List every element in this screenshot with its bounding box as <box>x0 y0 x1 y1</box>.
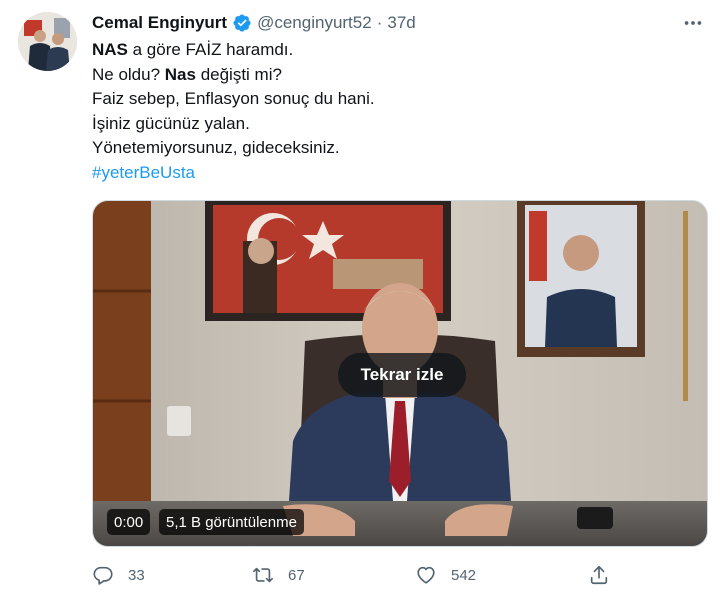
bold-word: Nas <box>164 64 196 84</box>
more-icon[interactable] <box>680 12 706 34</box>
like-icon <box>417 566 435 584</box>
share-button[interactable] <box>588 562 610 588</box>
hashtag-link[interactable]: #yeterBeUsta <box>92 161 692 186</box>
retweet-count: 67 <box>288 566 305 584</box>
tweet-line: Faiz sebep, Enflasyon sonuç du hani. <box>92 89 375 108</box>
line-text: değişti mi? <box>195 64 282 84</box>
share-icon <box>590 565 608 585</box>
video-time: 0:00 <box>107 509 151 535</box>
replay-button[interactable]: Tekrar izle <box>338 353 466 397</box>
reply-count: 33 <box>128 566 145 584</box>
like-button[interactable]: 542 <box>415 562 476 588</box>
author-name[interactable]: Cemal Enginyurt <box>92 13 227 33</box>
verified-badge-icon <box>232 13 252 33</box>
video-views: 5,1 B görüntülenme <box>159 509 304 535</box>
reply-icon <box>93 566 113 585</box>
tweet-time[interactable]: 37d <box>387 13 415 33</box>
bold-word: NAS <box>92 40 128 59</box>
line-text: Ne oldu? <box>92 64 165 84</box>
tweet-line: Yönetemiyorsunuz, gideceksiniz. <box>92 138 340 157</box>
like-count: 542 <box>451 566 477 584</box>
retweet-button[interactable]: 67 <box>252 562 305 588</box>
separator-dot: · <box>376 13 383 32</box>
action-bar: 33 67 542 <box>92 562 622 588</box>
retweet-icon <box>253 567 273 583</box>
author-handle[interactable]: @cenginyurt52 <box>257 13 372 33</box>
tweet-line: Ne oldu? Nas değişti mi? <box>92 63 692 88</box>
line-text: a göre FAİZ haramdı. <box>127 40 294 59</box>
tweet-line: İşiniz gücünüz yalan. <box>92 113 250 133</box>
reply-button[interactable]: 33 <box>92 562 145 588</box>
tweet-header: Cemal Enginyurt @cenginyurt52 · 37d <box>92 12 416 34</box>
video-player[interactable]: Tekrar izle 0:00 5,1 B görüntülenme <box>92 200 708 547</box>
avatar[interactable] <box>18 12 77 71</box>
tweet-text: NAS a göre FAİZ haramdı. Ne oldu? Nas de… <box>92 38 692 185</box>
tweet-line: NAS a göre FAİZ haramdı. <box>92 38 692 63</box>
